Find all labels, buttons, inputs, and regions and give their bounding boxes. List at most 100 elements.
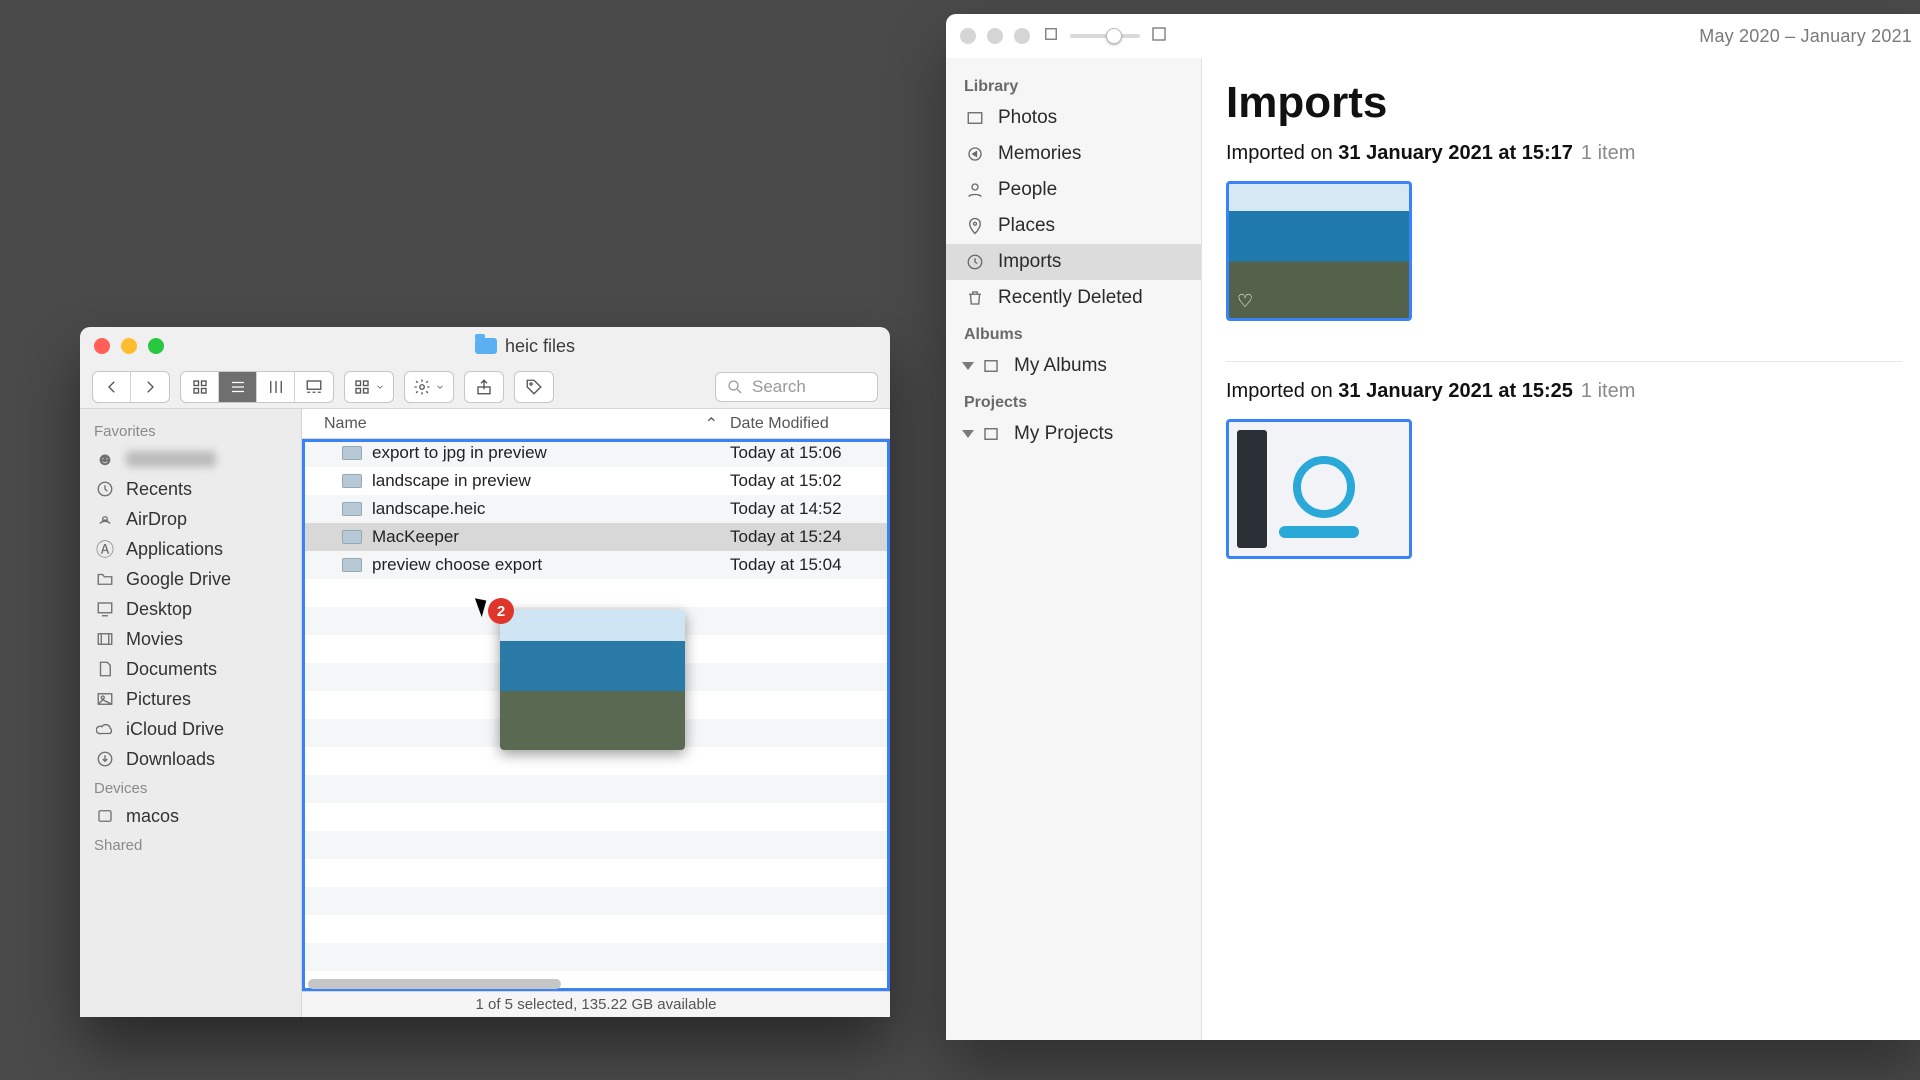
search-placeholder: Search <box>752 377 806 397</box>
gallery-view-button[interactable] <box>295 372 333 402</box>
sidebar-item-movies[interactable]: Movies <box>80 624 301 654</box>
sidebar-item-icloud[interactable]: iCloud Drive <box>80 714 301 744</box>
photo-thumbnail[interactable]: ♡ <box>1226 181 1412 321</box>
sidebar-item-label: Desktop <box>126 599 192 620</box>
sidebar-item-my-albums[interactable]: My Albums <box>946 348 1201 384</box>
sidebar-item-my-projects[interactable]: My Projects <box>946 416 1201 452</box>
memories-icon <box>964 143 986 165</box>
cloud-icon <box>94 718 116 740</box>
sidebar-item-imports[interactable]: Imports <box>946 244 1201 280</box>
file-thumb-icon <box>342 502 362 516</box>
sort-asc-icon: ⌃ <box>705 414 718 434</box>
photos-titlebar: May 2020 – January 2021 <box>946 14 1920 58</box>
icon-view-button[interactable] <box>181 372 219 402</box>
albums-header: Albums <box>946 316 1201 348</box>
forward-button[interactable] <box>131 372 169 402</box>
sidebar-item-applications[interactable]: ⒶApplications <box>80 534 301 564</box>
column-date[interactable]: Date Modified <box>730 415 890 433</box>
back-button[interactable] <box>93 372 131 402</box>
sidebar-item-memories[interactable]: Memories <box>946 136 1201 172</box>
sidebar-item-photos[interactable]: Photos <box>946 100 1201 136</box>
sidebar-item-macos[interactable]: macos <box>80 801 301 831</box>
sidebar-item-places[interactable]: Places <box>946 208 1201 244</box>
project-icon <box>980 423 1002 445</box>
action-button[interactable] <box>405 372 453 402</box>
projects-header: Projects <box>946 384 1201 416</box>
places-icon <box>964 215 986 237</box>
file-row-empty <box>302 775 890 803</box>
sidebar-item-label: Places <box>998 215 1055 237</box>
import-section: Imported on 31 January 2021 at 15:171 it… <box>1226 142 1902 321</box>
sidebar-item-downloads[interactable]: Downloads <box>80 744 301 774</box>
date-range: May 2020 – January 2021 <box>1699 26 1912 47</box>
view-buttons <box>180 371 334 403</box>
folder-icon <box>94 568 116 590</box>
file-row-empty <box>302 831 890 859</box>
list-view-button[interactable] <box>219 372 257 402</box>
sidebar-item-google-drive[interactable]: Google Drive <box>80 564 301 594</box>
tags-button[interactable] <box>515 372 553 402</box>
photo-thumbnail[interactable] <box>1226 419 1412 559</box>
zoom-button[interactable] <box>148 338 164 354</box>
sidebar-item-documents[interactable]: Documents <box>80 654 301 684</box>
sidebar-item-label: People <box>998 179 1057 201</box>
sidebar-item-pictures[interactable]: Pictures <box>80 684 301 714</box>
finder-window: heic files Search <box>80 327 890 1017</box>
action-group <box>404 371 454 403</box>
arrange-button[interactable] <box>345 372 393 402</box>
zoom-button[interactable] <box>1014 28 1030 44</box>
share-button[interactable] <box>465 372 503 402</box>
file-row[interactable]: MacKeeperToday at 15:24 <box>302 523 890 551</box>
close-button[interactable] <box>94 338 110 354</box>
zoom-controls <box>1042 25 1168 48</box>
sidebar-item-recents[interactable]: Recents <box>80 474 301 504</box>
album-icon <box>980 355 1002 377</box>
share-group <box>464 371 504 403</box>
finder-toolbar: Search <box>80 365 890 409</box>
nav-buttons <box>92 371 170 403</box>
sidebar-item-airdrop[interactable]: AirDrop <box>80 504 301 534</box>
search-field[interactable]: Search <box>715 372 878 402</box>
file-row[interactable]: export to jpg in previewToday at 15:06 <box>302 439 890 467</box>
divider <box>1226 361 1902 362</box>
column-name[interactable]: Name⌃ <box>302 414 730 434</box>
zoom-slider[interactable] <box>1070 34 1140 38</box>
desktop-icon <box>94 598 116 620</box>
file-row[interactable]: landscape.heicToday at 14:52 <box>302 495 890 523</box>
shared-header: Shared <box>80 831 301 858</box>
documents-icon <box>94 658 116 680</box>
section-heading: Imported on 31 January 2021 at 15:251 it… <box>1226 380 1902 403</box>
zoom-in-icon[interactable] <box>1150 25 1168 48</box>
sidebar-item-label: Downloads <box>126 749 215 770</box>
zoom-out-icon[interactable] <box>1042 25 1060 48</box>
sidebar-item-label: iCloud Drive <box>126 719 224 740</box>
sidebar-item-desktop[interactable]: Desktop <box>80 594 301 624</box>
trash-icon <box>964 287 986 309</box>
sidebar-item-people[interactable]: People <box>946 172 1201 208</box>
sidebar-item-label: My Projects <box>1014 423 1113 445</box>
sidebar-item-label: Imports <box>998 251 1061 273</box>
sidebar-item-label: Photos <box>998 107 1057 129</box>
finder-sidebar: Favorites ☻ Recents AirDrop ⒶApplication… <box>80 409 302 1017</box>
minimize-button[interactable] <box>121 338 137 354</box>
disclosure-icon[interactable] <box>962 362 974 370</box>
sidebar-item-recently-deleted[interactable]: Recently Deleted <box>946 280 1201 316</box>
finder-titlebar: heic files <box>80 327 890 365</box>
devices-header: Devices <box>80 774 301 801</box>
close-button[interactable] <box>960 28 976 44</box>
sidebar-item-label: My Albums <box>1014 355 1107 377</box>
favorite-icon[interactable]: ♡ <box>1237 291 1253 312</box>
sidebar-item-label: Movies <box>126 629 183 650</box>
photos-icon <box>964 107 986 129</box>
sidebar-item-user[interactable]: ☻ <box>80 444 301 474</box>
minimize-button[interactable] <box>987 28 1003 44</box>
column-view-button[interactable] <box>257 372 295 402</box>
file-row[interactable]: landscape in previewToday at 15:02 <box>302 467 890 495</box>
import-section: Imported on 31 January 2021 at 15:251 it… <box>1226 380 1902 559</box>
disclosure-icon[interactable] <box>962 430 974 438</box>
window-controls <box>94 338 164 354</box>
horizontal-scrollbar[interactable] <box>308 979 884 989</box>
airdrop-icon <box>94 508 116 530</box>
file-row[interactable]: preview choose exportToday at 15:04 <box>302 551 890 579</box>
file-thumb-icon <box>342 530 362 544</box>
